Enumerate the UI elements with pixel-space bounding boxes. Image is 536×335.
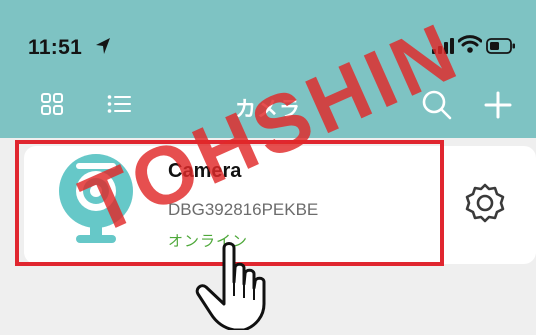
status-time: 11:51 bbox=[28, 36, 83, 59]
search-icon[interactable] bbox=[421, 89, 453, 126]
cellular-signal-icon bbox=[432, 38, 456, 59]
hand-pointer-icon bbox=[194, 238, 272, 335]
battery-icon bbox=[486, 38, 516, 59]
add-device-plus-icon[interactable] bbox=[484, 91, 512, 124]
nav-bar: カメラ bbox=[0, 80, 536, 136]
status-bar: 11:51 bbox=[0, 0, 536, 80]
gear-icon[interactable] bbox=[464, 182, 506, 229]
wifi-icon bbox=[457, 34, 483, 59]
page-title: カメラ bbox=[235, 98, 301, 121]
location-arrow-icon bbox=[94, 36, 112, 61]
app-header: 11:51 カメラ bbox=[0, 0, 536, 138]
